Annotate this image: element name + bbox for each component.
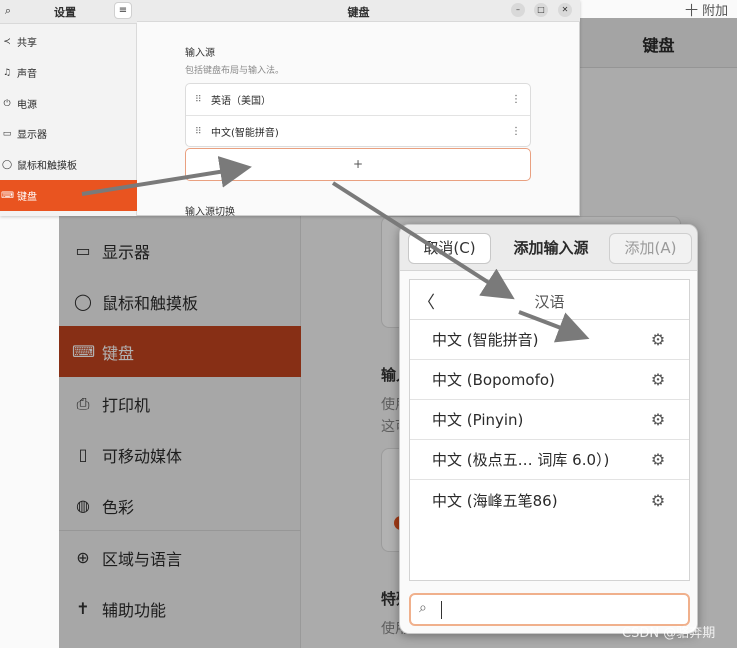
arrow-to-pinyin — [518, 310, 590, 343]
arrow-add-to-dialog — [331, 181, 515, 300]
annotation-arrows — [81, 156, 590, 343]
watermark: CSDN @骆奔期 — [622, 626, 716, 641]
arrow-keyboard-to-add — [81, 156, 252, 196]
